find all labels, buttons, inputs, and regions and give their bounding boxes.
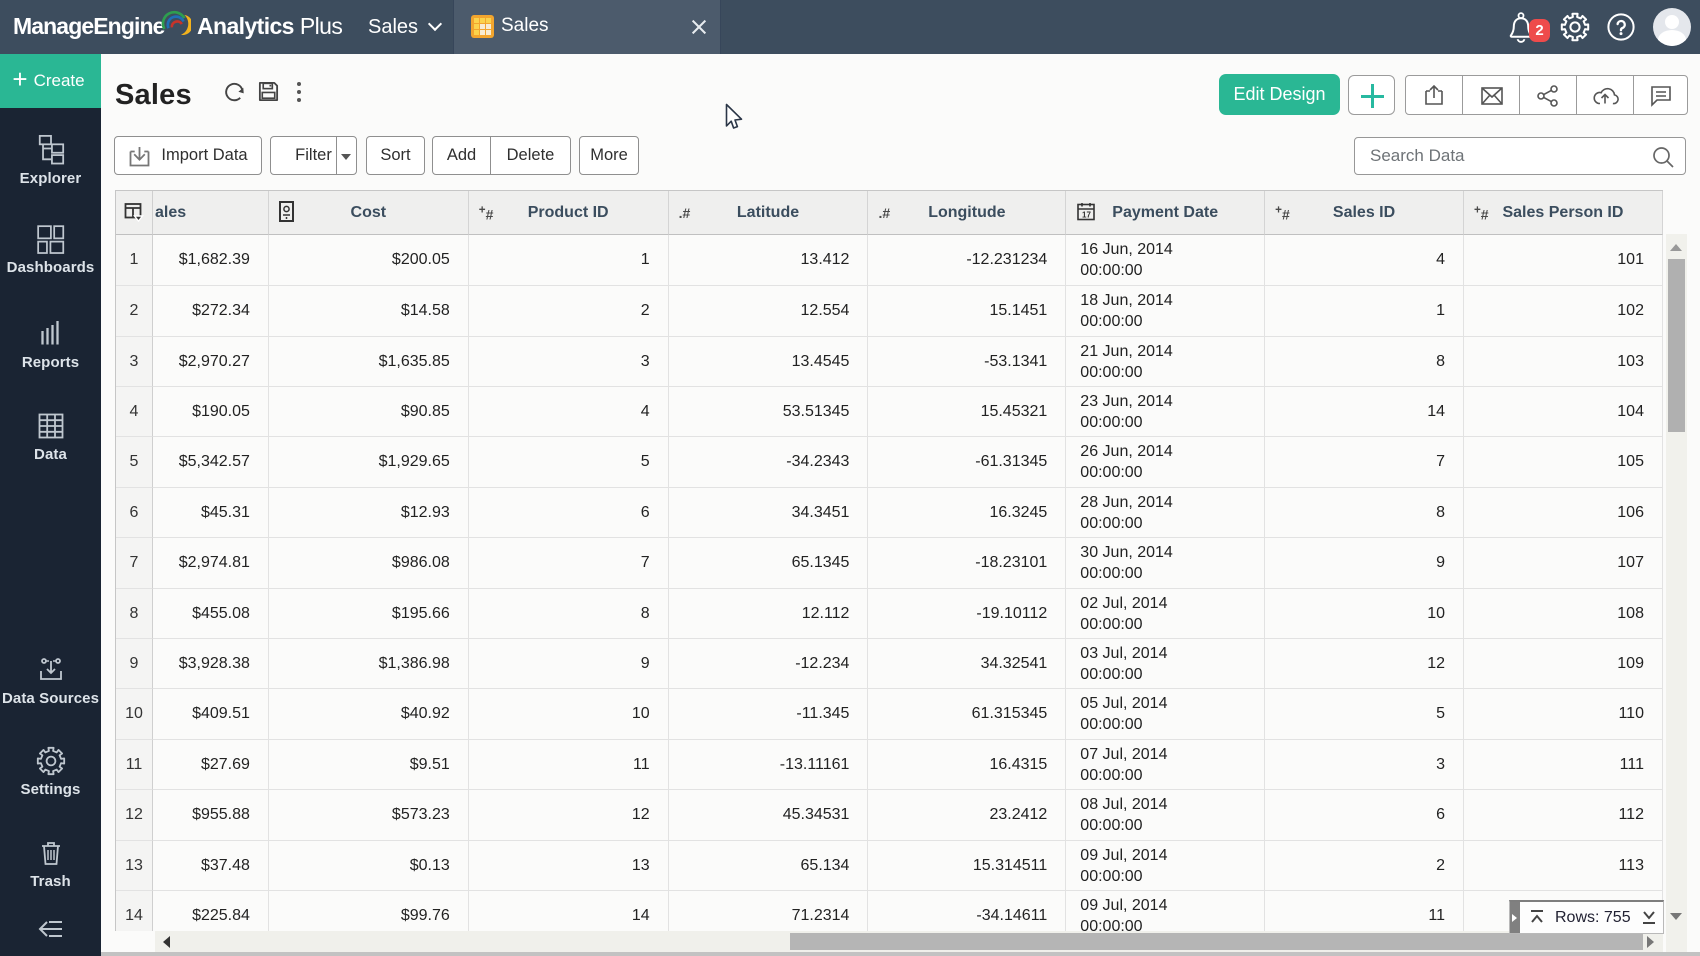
svg-text:17: 17 bbox=[1082, 210, 1091, 219]
